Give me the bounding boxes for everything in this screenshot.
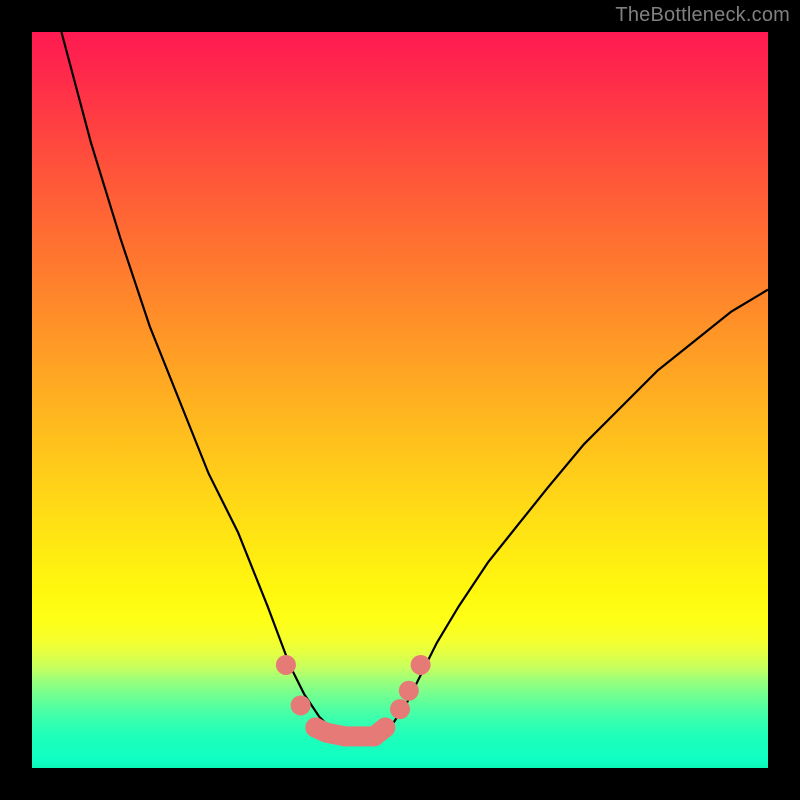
marker-dot (291, 695, 311, 715)
marker-dot (375, 718, 395, 738)
marker-dot (411, 655, 431, 675)
marker-dot (390, 699, 410, 719)
plot-area (32, 32, 768, 768)
marker-dot (399, 681, 419, 701)
curve-right (378, 290, 768, 735)
marker-dot (276, 655, 296, 675)
watermark-text: TheBottleneck.com (615, 4, 790, 27)
marker-dot (316, 723, 336, 743)
chart-stage: TheBottleneck.com (0, 0, 800, 800)
curve-left (61, 32, 348, 735)
chart-svg (32, 32, 768, 768)
